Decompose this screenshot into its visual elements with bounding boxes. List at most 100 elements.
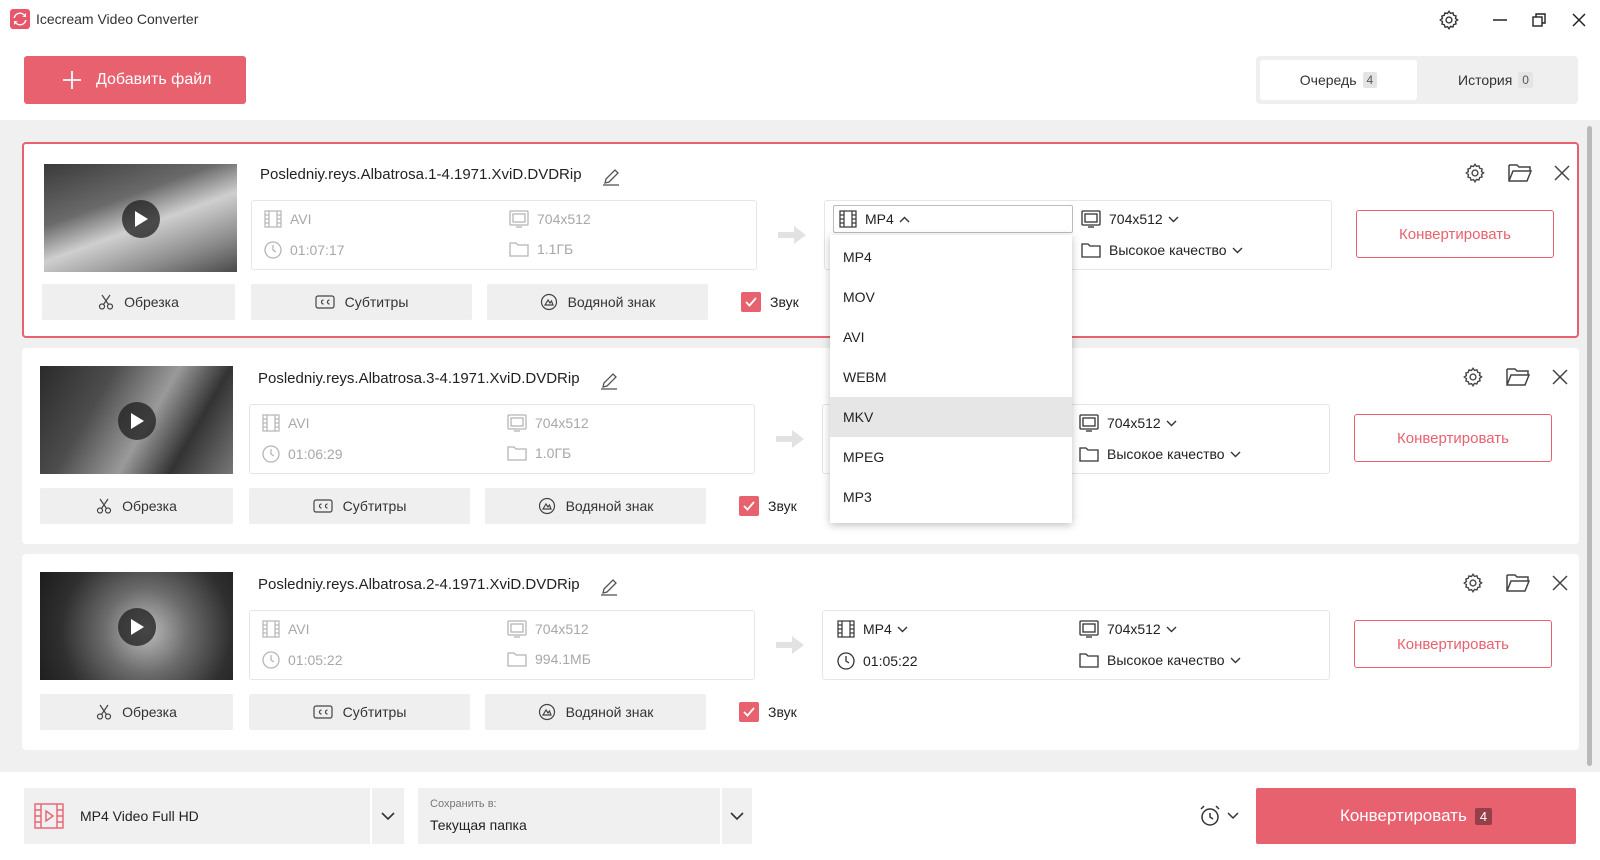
scissors-icon [96, 704, 112, 720]
output-duration: 01:05:22 [837, 652, 918, 670]
add-file-button[interactable]: Добавить файл [24, 56, 246, 104]
checkbox-checked-icon[interactable] [739, 702, 759, 722]
sound-label: Звук [768, 704, 797, 720]
source-format-value: AVI [288, 415, 310, 431]
output-format-select[interactable]: MP4 [837, 620, 908, 638]
schedule-timer-button[interactable] [1198, 804, 1239, 828]
output-format-select[interactable]: MP4 [839, 210, 910, 228]
source-resolution: 704x512 [507, 414, 589, 432]
queue-history-tabs: Очередь 4 История 0 [1256, 56, 1578, 104]
edit-name-pencil-icon[interactable] [600, 372, 618, 390]
convert-file-button[interactable]: Конвертировать [1354, 414, 1552, 462]
output-resolution-select[interactable]: 704x512 [1079, 414, 1177, 432]
file-settings-gear-icon[interactable] [1462, 572, 1484, 594]
tab-queue[interactable]: Очередь 4 [1260, 60, 1417, 100]
film-icon [262, 414, 288, 432]
play-icon[interactable] [118, 402, 156, 440]
tab-history[interactable]: История 0 [1417, 60, 1574, 100]
minimize-icon[interactable] [1488, 8, 1512, 32]
subtitles-button[interactable]: Субтитры [251, 284, 472, 320]
folder-icon [509, 241, 537, 257]
subtitles-button[interactable]: Субтитры [249, 694, 470, 730]
film-preset-icon [34, 803, 64, 829]
trim-button[interactable]: Обрезка [42, 284, 235, 320]
checkbox-checked-icon[interactable] [741, 292, 761, 312]
convert-file-button[interactable]: Конвертировать [1354, 620, 1552, 668]
file-card[interactable]: Posledniy.reys.Albatrosa.3-4.1971.XviD.D… [22, 348, 1579, 544]
sound-checkbox[interactable]: Звук [739, 496, 797, 516]
screen-icon [1079, 620, 1107, 638]
list-scrollbar[interactable] [1587, 126, 1592, 766]
open-folder-icon[interactable] [1508, 162, 1532, 184]
scissors-icon [98, 294, 114, 310]
trim-button[interactable]: Обрезка [40, 488, 233, 524]
save-location-chevron-icon[interactable] [722, 788, 752, 844]
restore-icon[interactable] [1527, 8, 1551, 32]
video-thumbnail[interactable] [40, 366, 233, 474]
output-resolution-value: 704x512 [1109, 211, 1163, 227]
screen-icon [507, 620, 535, 638]
watermark-button[interactable]: Водяной знак [485, 694, 706, 730]
format-option-mov[interactable]: MOV [830, 277, 1072, 317]
settings-gear-icon[interactable] [1437, 8, 1461, 32]
convert-all-button[interactable]: Конвертировать 4 [1256, 788, 1576, 844]
source-format: AVI [262, 620, 310, 638]
source-resolution: 704x512 [507, 620, 589, 638]
format-option-mkv[interactable]: MKV [830, 397, 1072, 437]
source-duration-value: 01:06:29 [288, 446, 343, 462]
source-size: 1.1ГБ [509, 241, 573, 257]
convert-file-button[interactable]: Конвертировать [1356, 210, 1554, 258]
save-location-select[interactable]: Сохранить в: Текущая папка [418, 788, 720, 844]
play-icon[interactable] [122, 200, 160, 238]
format-option-webm[interactable]: WEBM [830, 357, 1072, 397]
cc-subtitles-icon [313, 705, 333, 719]
watermark-button[interactable]: Водяной знак [487, 284, 708, 320]
remove-file-close-icon[interactable] [1552, 575, 1568, 591]
output-quality-select[interactable]: Высокое качество [1079, 446, 1241, 462]
format-option-mp3[interactable]: MP3 [830, 477, 1072, 517]
format-option-mpeg[interactable]: MPEG [830, 437, 1072, 477]
save-location-value: Текущая папка [430, 817, 527, 833]
video-thumbnail[interactable] [40, 572, 233, 680]
checkbox-checked-icon[interactable] [739, 496, 759, 516]
file-card[interactable]: Posledniy.reys.Albatrosa.2-4.1971.XviD.D… [22, 554, 1579, 750]
file-settings-gear-icon[interactable] [1462, 366, 1484, 388]
file-settings-gear-icon[interactable] [1464, 162, 1486, 184]
open-folder-icon[interactable] [1506, 366, 1530, 388]
watermark-button[interactable]: Водяной знак [485, 488, 706, 524]
remove-file-close-icon[interactable] [1552, 369, 1568, 385]
source-info-box: AVI 01:05:22 704x512 994.1МБ [249, 610, 755, 680]
source-size-value: 1.0ГБ [535, 445, 572, 461]
format-option-avi[interactable]: AVI [830, 317, 1072, 357]
format-option-mp4[interactable]: MP4 [830, 237, 1072, 277]
video-thumbnail[interactable] [44, 164, 237, 272]
open-folder-icon[interactable] [1506, 572, 1530, 594]
timer-chevron-icon [1227, 812, 1239, 820]
plus-icon [63, 71, 81, 89]
preset-select[interactable]: MP4 Video Full HD [24, 788, 370, 844]
subtitles-button[interactable]: Субтитры [249, 488, 470, 524]
output-quality-select[interactable]: Высокое качество [1081, 242, 1243, 258]
output-resolution-select[interactable]: 704x512 [1079, 620, 1177, 638]
arrow-right-icon [774, 428, 806, 450]
file-card[interactable]: Posledniy.reys.Albatrosa.1-4.1971.XviD.D… [22, 142, 1579, 338]
trim-button[interactable]: Обрезка [40, 694, 233, 730]
source-resolution-value: 704x512 [535, 621, 589, 637]
remove-file-close-icon[interactable] [1554, 165, 1570, 181]
play-icon[interactable] [118, 608, 156, 646]
output-resolution-select[interactable]: 704x512 [1081, 210, 1179, 228]
sound-checkbox[interactable]: Звук [739, 702, 797, 722]
sound-checkbox[interactable]: Звук [741, 292, 799, 312]
file-name: Posledniy.reys.Albatrosa.3-4.1971.XviD.D… [258, 370, 580, 387]
screen-icon [1081, 210, 1109, 228]
edit-name-pencil-icon[interactable] [602, 168, 620, 186]
edit-name-pencil-icon[interactable] [600, 578, 618, 596]
screen-icon [509, 210, 537, 228]
watermark-icon [540, 293, 557, 311]
output-quality-select[interactable]: Высокое качество [1079, 652, 1241, 668]
watermark-icon [538, 703, 555, 721]
folder-icon [1081, 242, 1109, 258]
trim-label: Обрезка [122, 498, 177, 514]
close-window-icon[interactable] [1567, 8, 1591, 32]
preset-dropdown-chevron-icon[interactable] [372, 788, 404, 844]
